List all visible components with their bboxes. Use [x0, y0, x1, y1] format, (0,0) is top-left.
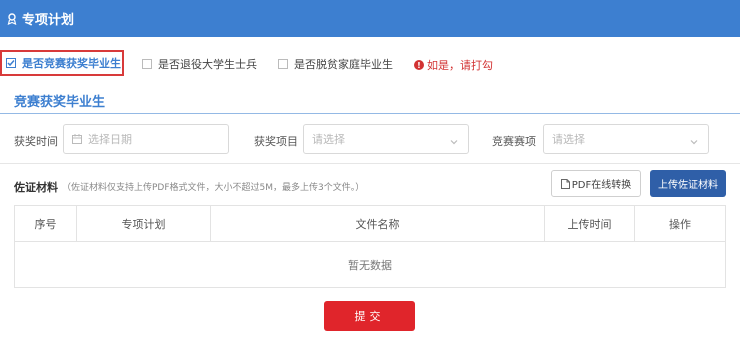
column-header-index: 序号 [15, 206, 77, 242]
award-form-row: 获奖时间 选择日期 获奖项目 请选择 竞赛赛项 请选择 [0, 124, 740, 156]
award-item-label: 获奖项目 [254, 135, 298, 148]
submit-button[interactable]: 提交 [324, 301, 415, 331]
checkbox-label: 是否竞赛获奖毕业生 [22, 57, 121, 70]
checkbox-poverty-family[interactable]: 是否脱贫家庭毕业生 [278, 56, 393, 72]
checkbox-label: 是否退役大学生士兵 [158, 58, 257, 71]
select-placeholder: 请选择 [552, 133, 585, 146]
table-header: 序号 专项计划 文件名称 上传时间 操作 [15, 206, 725, 242]
competition-label: 竞赛赛项 [492, 135, 536, 148]
section-divider [0, 113, 740, 114]
checkbox-label: 是否脱贫家庭毕业生 [294, 58, 393, 71]
competition-select[interactable]: 请选择 [543, 124, 709, 154]
upload-evidence-button[interactable]: 上传佐证材料 [650, 170, 726, 197]
column-header-filename: 文件名称 [211, 206, 545, 242]
form-divider [0, 163, 740, 164]
date-placeholder: 选择日期 [88, 133, 132, 146]
attachments-title: 佐证材料 [14, 181, 58, 194]
calendar-icon [72, 134, 82, 144]
exclamation-icon: ! [414, 60, 424, 70]
pdf-button-label: PDF在线转换 [571, 180, 632, 191]
award-item-select[interactable]: 请选择 [303, 124, 469, 154]
checkbox-checked-icon [6, 58, 16, 68]
checkbox-veteran-student[interactable]: 是否退役大学生士兵 [142, 56, 257, 72]
special-plan-panel: 是否竞赛获奖毕业生 是否退役大学生士兵 是否脱贫家庭毕业生 ! 如是，请打勾 竞… [0, 37, 740, 349]
attachments-note: （佐证材料仅支持上传PDF格式文件，大小不超过5M，最多上传3个文件。） [62, 183, 365, 193]
checkbox-empty-icon [142, 59, 152, 69]
column-header-upload-time: 上传时间 [545, 206, 635, 242]
page-title: 专项计划 [22, 13, 75, 28]
table-empty-state: 暂无数据 [348, 258, 392, 272]
check-hint: ! 如是，请打勾 [414, 57, 493, 73]
plan-checkbox-group: 是否竞赛获奖毕业生 是否退役大学生士兵 是否脱贫家庭毕业生 ! 如是，请打勾 [0, 50, 740, 76]
section-title: 竞赛获奖毕业生 [14, 95, 106, 110]
attachments-header: 佐证材料 （佐证材料仅支持上传PDF格式文件，大小不超过5M，最多上传3个文件。… [0, 170, 740, 200]
column-header-actions: 操作 [669, 218, 691, 231]
award-date-picker[interactable]: 选择日期 [63, 124, 229, 154]
attachments-table: 序号 专项计划 文件名称 上传时间 操作 暂无数据 [14, 205, 726, 288]
pdf-convert-button[interactable]: PDF在线转换 [551, 170, 641, 197]
checkbox-empty-icon [278, 59, 288, 69]
award-time-label: 获奖时间 [14, 135, 58, 148]
user-badge-icon [6, 12, 18, 25]
select-placeholder: 请选择 [312, 133, 345, 146]
chevron-down-icon [450, 136, 458, 145]
page-header: 专项计划 [0, 0, 740, 37]
hint-text: 如是，请打勾 [427, 59, 493, 72]
column-header-plan: 专项计划 [77, 206, 211, 242]
checkbox-competition-graduate[interactable]: 是否竞赛获奖毕业生 [0, 50, 124, 76]
chevron-down-icon [690, 136, 698, 145]
pdf-file-icon [560, 178, 570, 189]
